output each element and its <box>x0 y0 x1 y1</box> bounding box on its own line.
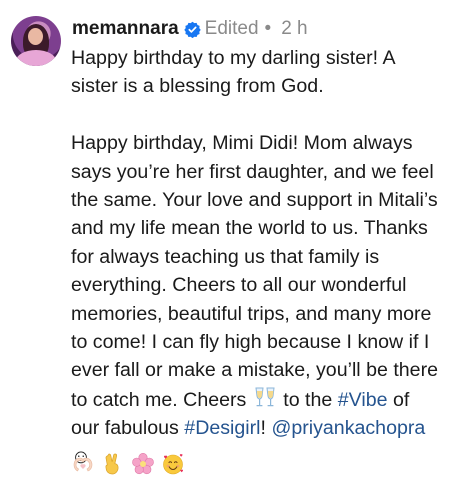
heart-hands-icon <box>73 457 93 472</box>
mention-priyankachopra-link[interactable]: @priyankachopra <box>271 417 425 439</box>
caption-paragraph-1: Happy birthday to my darling sister! A s… <box>71 47 395 98</box>
hashtag-desigirl-link[interactable]: #Desigirl <box>184 417 260 439</box>
caption-text: to the <box>283 388 333 411</box>
caption-text: Happy birthday, Mimi Didi! Mom always sa… <box>71 132 439 411</box>
timestamp: 2 h <box>281 18 308 39</box>
smiling-face-with-hearts-icon <box>163 454 184 475</box>
verified-badge-icon <box>183 21 201 38</box>
meta-separator: • <box>264 18 272 39</box>
hashtag-vibe-link[interactable]: #Vibe <box>338 389 388 411</box>
cherry-blossom-icon <box>132 453 154 475</box>
post-caption: Happy birthday to my darling sister! A s… <box>71 44 443 471</box>
caption-text: ! <box>260 417 266 440</box>
post-header: memannara Edited • 2 h <box>72 15 308 43</box>
post-card: memannara Edited • 2 h Happy birthday to… <box>0 0 451 486</box>
username-link[interactable]: memannara <box>72 18 179 40</box>
caption-paragraph-2: Happy birthday, Mimi Didi! Mom always sa… <box>71 129 443 471</box>
avatar[interactable] <box>11 16 61 66</box>
emoji-row <box>71 449 185 479</box>
edited-label: Edited <box>204 18 259 39</box>
victory-hand-icon <box>105 453 119 475</box>
clinking-glasses-icon <box>255 387 275 407</box>
